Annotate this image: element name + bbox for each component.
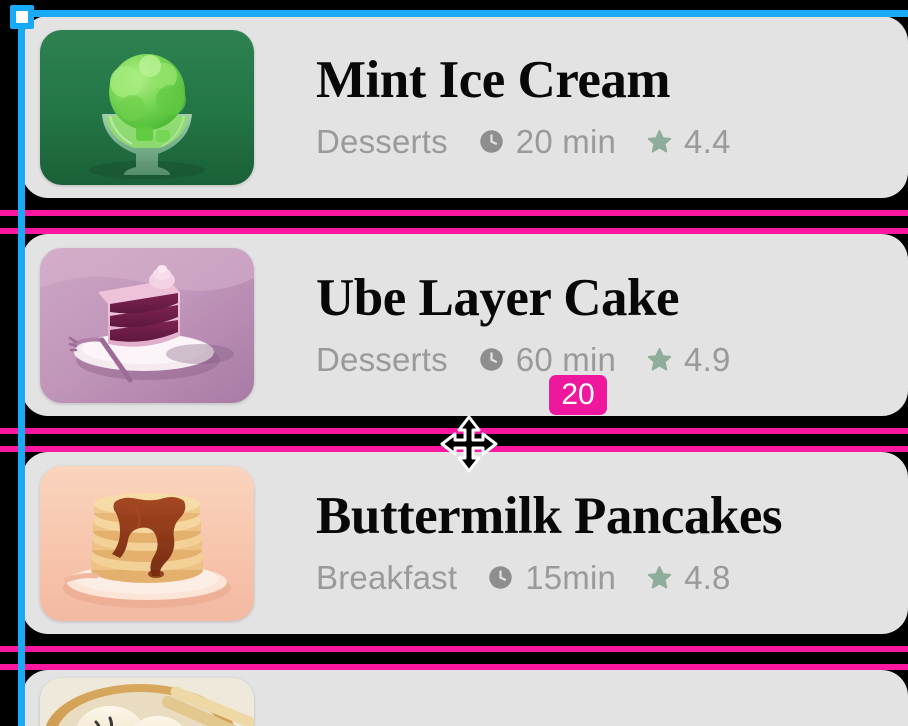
buttermilk-pancakes-image xyxy=(40,465,254,621)
ube-layer-cake-image xyxy=(40,247,254,403)
recipe-list: Mint Ice Cream Desserts 20 min 4.4 Ube L… xyxy=(22,16,908,726)
recipe-thumbnail xyxy=(40,247,254,403)
recipe-thumbnail xyxy=(40,678,254,726)
selection-resize-handle[interactable] xyxy=(10,5,34,29)
selection-border-left xyxy=(18,10,25,726)
recipe-details: Mint Ice Cream Desserts 20 min 4.4 xyxy=(254,53,890,161)
clock-icon xyxy=(487,564,514,591)
separator-gap xyxy=(0,434,908,446)
recipe-title: Ube Layer Cake xyxy=(316,269,680,328)
separator-gap xyxy=(0,216,908,228)
recipe-meta: Breakfast 15min 4.8 xyxy=(316,559,890,597)
star-icon xyxy=(646,346,673,373)
clock-icon xyxy=(478,128,505,155)
drop-separator xyxy=(0,428,908,452)
separator-gap xyxy=(0,652,908,664)
clock-icon xyxy=(478,346,505,373)
drag-offset-badge: 20 xyxy=(549,375,607,415)
star-icon xyxy=(646,128,673,155)
recipe-category: Breakfast xyxy=(316,558,458,596)
recipe-meta: Desserts 60 min 4.9 xyxy=(316,341,890,379)
recipe-card[interactable]: Buttermilk Pancakes Breakfast 15min 4.8 xyxy=(22,452,908,634)
recipe-card[interactable]: Ube Layer Cake Desserts 60 min 4.9 xyxy=(22,234,908,416)
recipe-rating: 4.8 xyxy=(684,558,731,596)
dumplings-image xyxy=(40,678,254,726)
separator-line-bottom xyxy=(0,664,908,670)
recipe-rating-group: 4.8 xyxy=(646,559,730,597)
recipe-time-group: 60 min xyxy=(478,341,616,379)
recipe-time-group: 20 min xyxy=(478,123,616,161)
selection-border-top xyxy=(20,10,908,17)
separator-line-bottom xyxy=(0,446,908,452)
star-icon xyxy=(646,564,673,591)
recipe-rating: 4.9 xyxy=(684,340,731,378)
recipe-title: Mint Ice Cream xyxy=(316,51,671,110)
recipe-thumbnail xyxy=(40,465,254,621)
recipe-category: Desserts xyxy=(316,340,448,378)
recipe-rating-group: 4.9 xyxy=(646,341,730,379)
recipe-rating-group: 4.4 xyxy=(646,123,730,161)
recipe-title: Buttermilk Pancakes xyxy=(316,487,783,546)
recipe-card[interactable] xyxy=(22,670,908,726)
recipe-time: 60 min xyxy=(515,340,617,378)
mint-ice-cream-image xyxy=(40,29,254,185)
recipe-rating: 4.4 xyxy=(684,122,731,160)
recipe-thumbnail xyxy=(40,29,254,185)
recipe-details: Ube Layer Cake Desserts 60 min 4.9 xyxy=(254,271,890,379)
recipe-card[interactable]: Mint Ice Cream Desserts 20 min 4.4 xyxy=(22,16,908,198)
recipe-details: Buttermilk Pancakes Breakfast 15min 4.8 xyxy=(254,489,890,597)
recipe-time-group: 15min xyxy=(487,559,616,597)
recipe-category: Desserts xyxy=(316,122,448,160)
app-root: Mint Ice Cream Desserts 20 min 4.4 Ube L… xyxy=(0,0,908,726)
drop-separator xyxy=(0,646,908,670)
drop-separator xyxy=(0,210,908,234)
separator-line-bottom xyxy=(0,228,908,234)
recipe-time: 15min xyxy=(525,558,617,596)
recipe-time: 20 min xyxy=(515,122,617,160)
recipe-meta: Desserts 20 min 4.4 xyxy=(316,123,890,161)
